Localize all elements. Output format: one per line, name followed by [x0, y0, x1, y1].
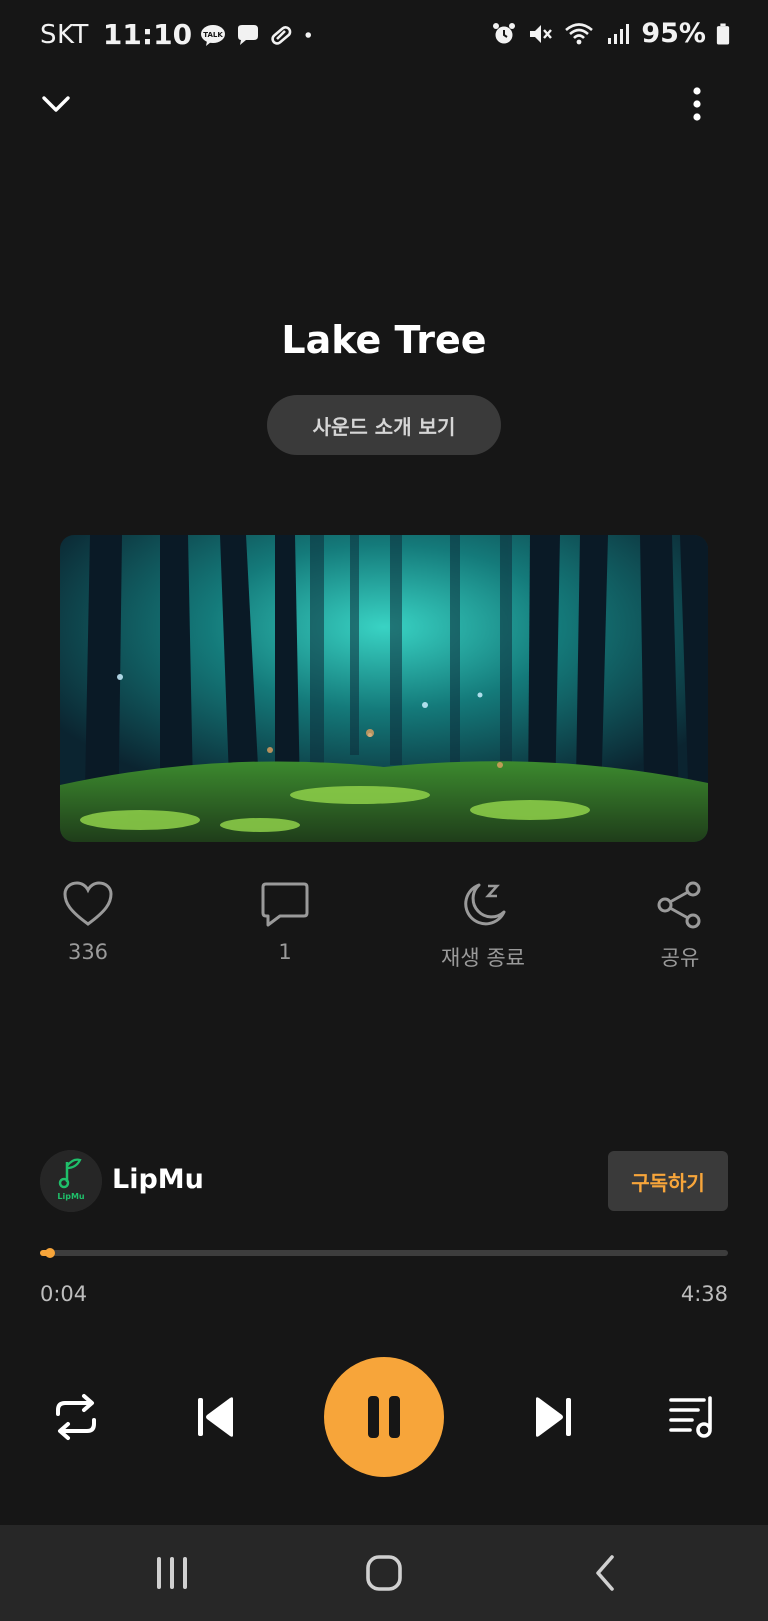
status-bar: SKT 11:10 TALK 95% [0, 0, 768, 72]
wifi-icon [565, 22, 594, 44]
home-icon[interactable] [364, 1553, 404, 1593]
status-bar-left: SKT 11:10 TALK [40, 18, 320, 51]
signal-icon [608, 23, 630, 44]
dot-icon [305, 31, 312, 38]
more-options-icon[interactable] [682, 84, 712, 124]
moon-sleep-icon [464, 883, 506, 926]
share-icon [657, 881, 701, 929]
track-title: Lake Tree [281, 318, 487, 362]
recent-apps-icon[interactable] [152, 1553, 192, 1593]
next-track-icon[interactable] [530, 1394, 574, 1440]
collapse-chevron-icon[interactable] [36, 84, 76, 124]
previous-track-icon[interactable] [195, 1394, 239, 1440]
pause-button[interactable] [324, 1357, 444, 1477]
sleep-timer-action[interactable]: 재생 종료 [413, 880, 553, 972]
system-navigation-bar [0, 1525, 768, 1621]
subscribe-button[interactable]: 구독하기 [608, 1151, 728, 1211]
lipmu-logo-icon: LipMu [40, 1150, 102, 1212]
status-bar-right: 95% [491, 18, 730, 49]
sleep-timer-label: 재생 종료 [441, 946, 525, 970]
battery-percent: 95% [641, 18, 706, 49]
alarm-icon [493, 22, 516, 43]
like-action[interactable]: 336 [18, 880, 158, 964]
avatar-text: LipMu [57, 1192, 85, 1201]
comment-icon [261, 882, 309, 927]
share-action[interactable]: 공유 [610, 880, 750, 972]
chat-bubble-icon [238, 24, 259, 45]
playlist-icon[interactable] [668, 1394, 716, 1440]
album-artwork [60, 535, 708, 842]
carrier-label: SKT [40, 19, 89, 50]
back-icon[interactable] [586, 1553, 626, 1593]
sound-intro-button[interactable]: 사운드 소개 보기 [267, 395, 501, 455]
link-icon [271, 25, 292, 45]
progress-slider[interactable] [40, 1248, 728, 1258]
comment-count: 1 [278, 940, 292, 964]
forest-artwork-image [60, 535, 708, 842]
comment-action[interactable]: 1 [215, 880, 355, 964]
current-time: 0:04 [40, 1282, 88, 1306]
repeat-icon[interactable] [52, 1392, 100, 1442]
like-count: 336 [67, 940, 109, 964]
channel-name[interactable]: LipMu [112, 1164, 204, 1195]
total-time: 4:38 [680, 1282, 728, 1306]
channel-avatar[interactable]: LipMu [40, 1150, 102, 1212]
heart-icon [63, 881, 113, 926]
mute-icon [530, 24, 553, 43]
share-label: 공유 [660, 946, 700, 970]
pause-icon [368, 1396, 400, 1438]
progress-handle[interactable] [45, 1248, 55, 1258]
svg-text:TALK: TALK [203, 31, 223, 39]
battery-icon [716, 23, 730, 44]
clock: 11:10 [102, 18, 193, 51]
talk-icon: TALK [201, 24, 226, 46]
